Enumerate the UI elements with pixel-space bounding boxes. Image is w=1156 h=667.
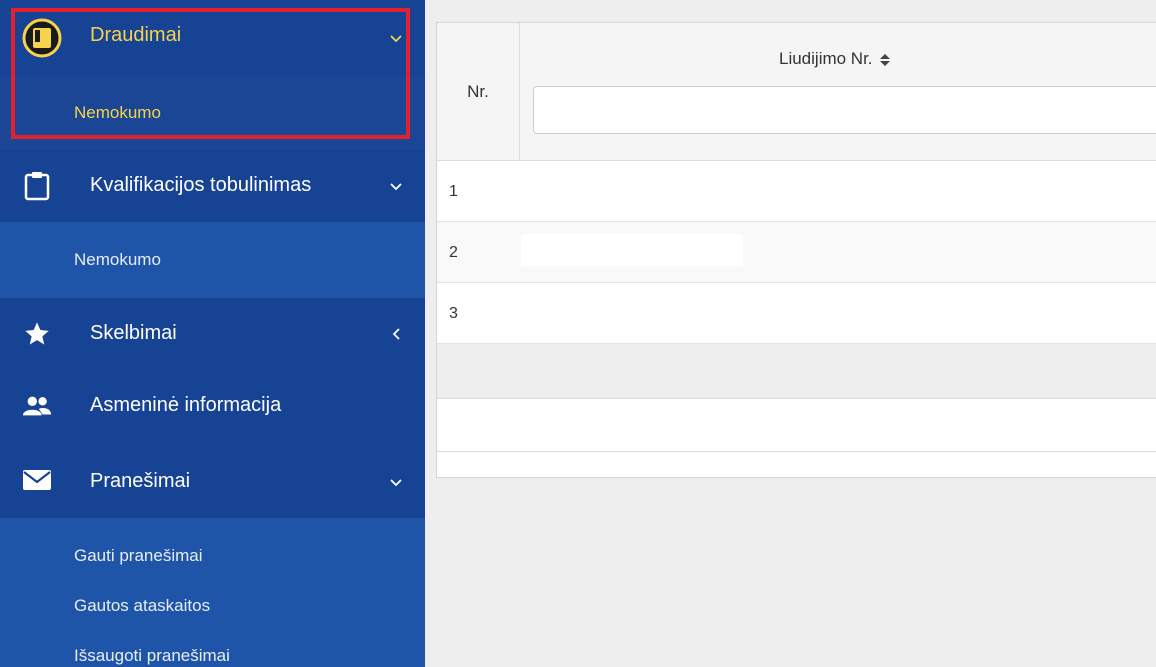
table-pagination-area bbox=[437, 399, 1156, 452]
sort-icon bbox=[879, 52, 891, 66]
chevron-down-icon bbox=[389, 32, 403, 46]
sidebar-subitem-label: Išsaugoti pranešimai bbox=[74, 646, 230, 665]
envelope-icon bbox=[22, 465, 52, 495]
table-row[interactable]: 3 bbox=[437, 283, 1156, 344]
chevron-down-icon bbox=[389, 180, 403, 194]
table-row[interactable]: 2 bbox=[437, 222, 1156, 283]
redacted-cell bbox=[521, 234, 743, 266]
sidebar-subitem-label: Nemokumo bbox=[74, 250, 161, 269]
clipboard-icon bbox=[22, 171, 52, 201]
liudijimo-filter-input[interactable] bbox=[533, 86, 1156, 134]
sidebar-subitem-issaugoti-pranesimai[interactable]: Išsaugoti pranešimai bbox=[0, 638, 425, 667]
cell-nr: 1 bbox=[449, 183, 458, 200]
cell-nr: 3 bbox=[449, 305, 458, 322]
sidebar-item-label: Asmeninė informacija bbox=[90, 394, 282, 416]
sidebar-subitem-label: Gautos ataskaitos bbox=[74, 596, 211, 615]
sidebar-item-label: Pranešimai bbox=[90, 470, 191, 492]
book-icon bbox=[20, 16, 64, 60]
column-header-liudijimo-sort[interactable]: Liudijimo Nr. bbox=[779, 49, 891, 69]
column-header-nr: Nr. bbox=[437, 23, 520, 161]
cell-nr: 2 bbox=[449, 244, 458, 261]
sidebar-item-pranesimai[interactable]: Pranešimai bbox=[0, 442, 425, 518]
sidebar-item-label: Draudimai bbox=[90, 24, 182, 46]
column-header-label: Liudijimo Nr. bbox=[779, 49, 873, 68]
star-icon bbox=[22, 319, 52, 349]
sidebar-item-draudimai[interactable]: Draudimai bbox=[0, 0, 425, 76]
sidebar-subitem-label: Gauti pranešimai bbox=[74, 546, 203, 565]
table-header: Nr. Liudijimo Nr. bbox=[437, 23, 1156, 161]
sidebar-item-kvalifikacijos-tobulinimas[interactable]: Kvalifikacijos tobulinimas bbox=[0, 150, 425, 222]
sidebar-subitem-draudimai-nemokumo[interactable]: Nemokumo bbox=[0, 76, 425, 150]
sidebar-item-label: Kvalifikacijos tobulinimas bbox=[90, 174, 312, 196]
column-header-liudijimo: Liudijimo Nr. bbox=[521, 23, 1156, 161]
sidebar-item-skelbimai[interactable]: Skelbimai bbox=[0, 298, 425, 370]
sidebar-subitem-kvalifikacija-nemokumo[interactable]: Nemokumo bbox=[0, 222, 425, 298]
sidebar-item-label: Skelbimai bbox=[90, 322, 177, 344]
table-row[interactable]: 1 bbox=[437, 161, 1156, 222]
users-icon bbox=[22, 391, 52, 421]
sidebar: Draudimai Nemokumo Kvalifikacijos tobuli… bbox=[0, 0, 425, 667]
sidebar-item-asmenine-informacija[interactable]: Asmeninė informacija bbox=[0, 370, 425, 442]
chevron-down-icon bbox=[389, 476, 403, 490]
chevron-left-icon bbox=[389, 327, 403, 341]
data-table: Nr. Liudijimo Nr. 1 2 3 bbox=[436, 22, 1156, 478]
sidebar-subitem-gauti-pranesimai[interactable]: Gauti pranešimai bbox=[0, 538, 425, 574]
sidebar-subitem-label: Nemokumo bbox=[74, 103, 161, 122]
column-header-label: Nr. bbox=[467, 82, 489, 101]
sidebar-subitem-gautos-ataskaitos[interactable]: Gautos ataskaitos bbox=[0, 588, 425, 624]
table-footer bbox=[437, 344, 1156, 399]
